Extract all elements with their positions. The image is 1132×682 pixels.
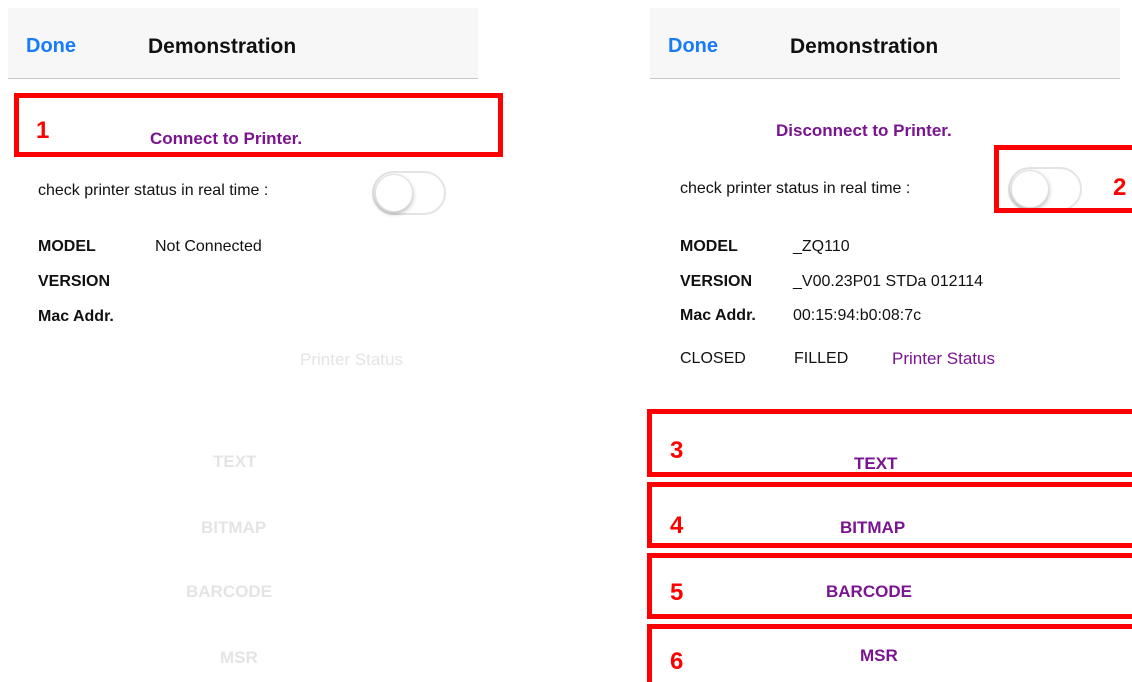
done-button[interactable]: Done: [26, 35, 76, 58]
barcode-button[interactable]: BARCODE: [186, 582, 272, 602]
nav-title: Demonstration: [148, 35, 297, 58]
model-value: _ZQ110: [793, 238, 850, 255]
bitmap-button[interactable]: BITMAP: [201, 518, 266, 538]
realtime-status-toggle[interactable]: [372, 171, 446, 215]
annotation-box-2: [994, 145, 1132, 213]
version-value: _V00.23P01 STDa 012114: [793, 273, 984, 290]
annotation-number-3: 3: [670, 437, 684, 464]
annotation-number-2: 2: [1113, 174, 1127, 201]
mac-address-value: 00:15:94:b0:08:7c: [793, 307, 922, 324]
navigation-bar: Done Demonstration: [8, 8, 478, 79]
annotation-box-4: [647, 482, 1132, 548]
realtime-status-label: check printer status in real time :: [38, 182, 269, 199]
printer-status-button[interactable]: Printer Status: [300, 350, 403, 370]
disconnect-printer-button[interactable]: Disconnect to Printer.: [776, 121, 952, 141]
annotation-box-3: [647, 409, 1132, 477]
mac-address-label: Mac Addr.: [680, 307, 756, 324]
annotation-box-1: [14, 93, 503, 157]
done-button[interactable]: Done: [668, 35, 718, 58]
mac-address-label: Mac Addr.: [38, 308, 114, 325]
msr-button[interactable]: MSR: [220, 648, 258, 668]
cover-status: CLOSED: [680, 350, 746, 367]
model-label: MODEL: [680, 238, 738, 255]
realtime-status-label: check printer status in real time :: [680, 180, 911, 197]
navigation-bar: Done Demonstration: [650, 8, 1120, 79]
nav-title: Demonstration: [790, 35, 939, 58]
printer-status-button[interactable]: Printer Status: [892, 349, 995, 369]
version-label: VERSION: [680, 273, 753, 290]
annotation-number-4: 4: [670, 512, 684, 539]
model-value: Not Connected: [155, 238, 262, 255]
annotation-number-5: 5: [670, 579, 684, 606]
toggle-knob: [375, 174, 413, 212]
annotation-number-6: 6: [670, 648, 684, 675]
annotation-box-5: [647, 553, 1132, 619]
annotation-number-1: 1: [36, 117, 50, 144]
version-label: VERSION: [38, 273, 111, 290]
model-label: MODEL: [38, 238, 96, 255]
text-button[interactable]: TEXT: [213, 452, 256, 472]
paper-status: FILLED: [794, 350, 849, 367]
annotation-box-6: [647, 624, 1132, 682]
